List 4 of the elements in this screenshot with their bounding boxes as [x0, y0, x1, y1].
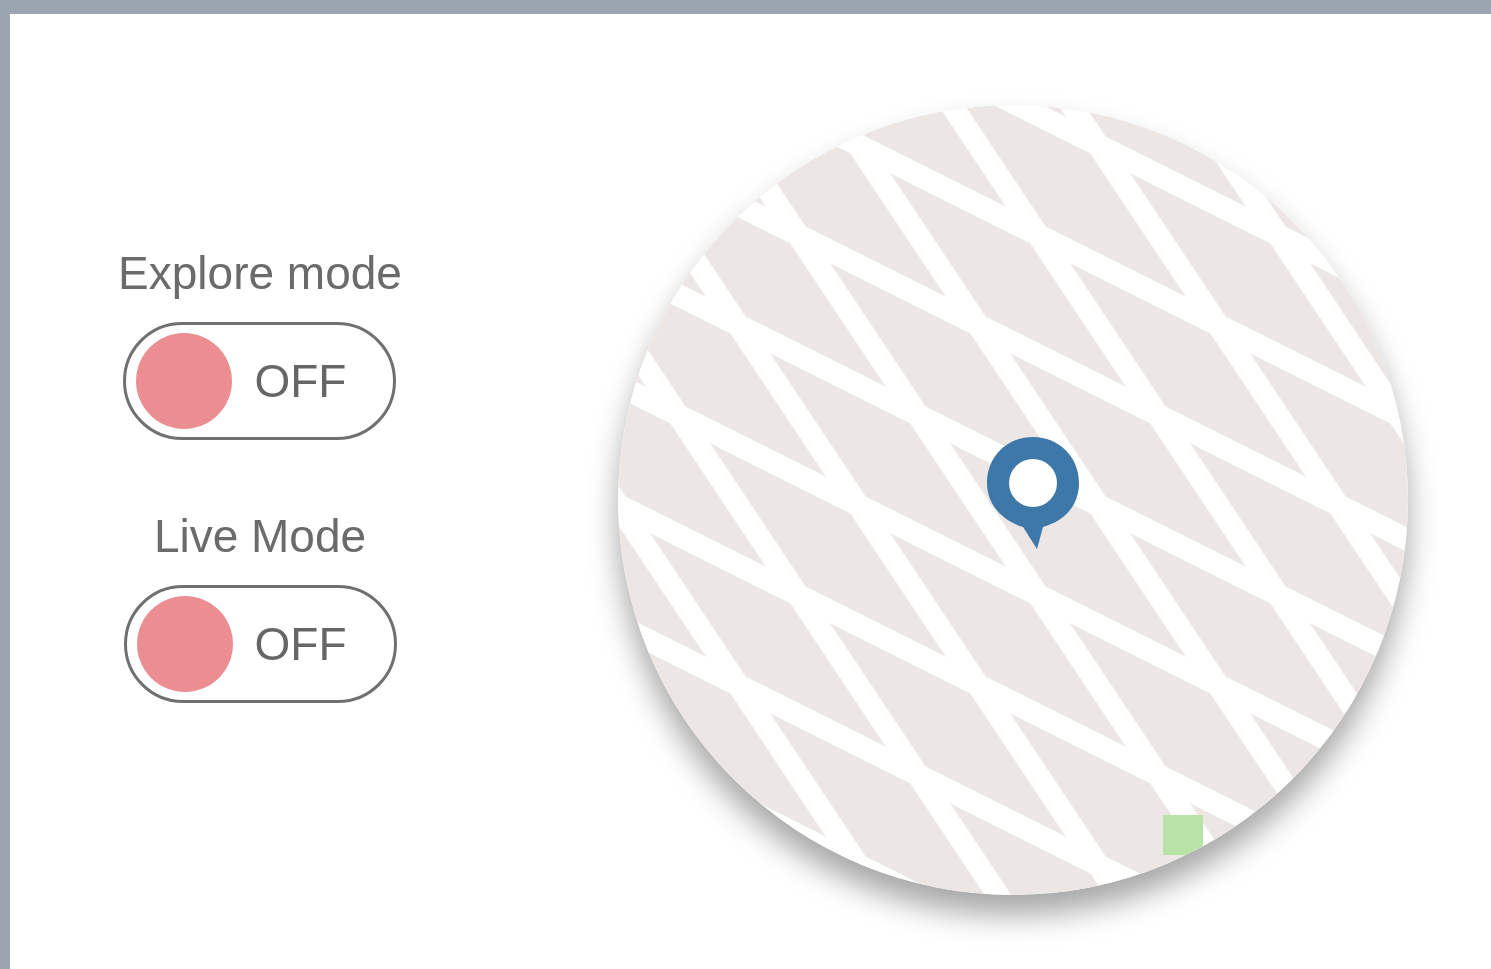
setting-label: Explore mode — [118, 246, 402, 301]
toggle-switch[interactable]: OFF — [123, 322, 397, 440]
setting-label: Live Mode — [153, 509, 367, 564]
toggle-switch[interactable]: OFF — [123, 585, 397, 703]
